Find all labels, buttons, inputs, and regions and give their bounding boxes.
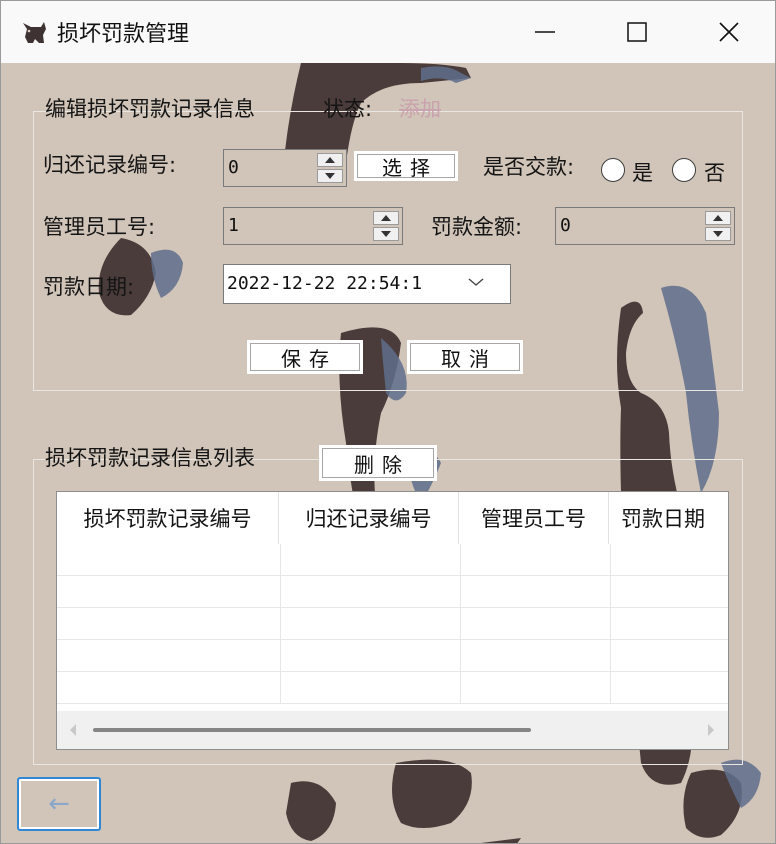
cat-icon [23, 22, 46, 43]
scrollbar-thumb[interactable] [93, 728, 531, 732]
save-button[interactable]: 保存 [247, 340, 363, 374]
records-table[interactable]: 损坏罚款记录编号 归还记录编号 管理员工号 罚款日期 [56, 491, 729, 750]
paid-yes-label: 是 [632, 161, 653, 185]
window-title: 损坏罚款管理 [57, 22, 190, 47]
minimize-button[interactable] [499, 1, 591, 63]
fine-date-picker[interactable]: 2022-12-22 22:54:1 [223, 264, 511, 304]
select-button[interactable]: 选择 [354, 151, 458, 181]
status-value: 添加 [399, 97, 441, 121]
table-header: 损坏罚款记录编号 归还记录编号 管理员工号 罚款日期 [57, 492, 728, 544]
spin-up-button[interactable] [373, 211, 399, 225]
spin-down-button[interactable] [317, 169, 343, 183]
delete-button[interactable]: 删除 [319, 445, 437, 481]
fine-amount-value: 0 [560, 215, 571, 236]
arrow-down-icon [713, 231, 723, 237]
maximize-button[interactable] [591, 1, 683, 63]
main-window: 损坏罚款管理 编辑损坏罚款记录信息 状态: 添加 归还记录编号: 0 选择 是否… [0, 0, 776, 844]
back-button[interactable]: ← [17, 777, 101, 831]
paid-label: 是否交款: [483, 155, 575, 179]
minimize-icon [535, 31, 555, 33]
maximize-icon [627, 22, 647, 42]
list-group-legend: 损坏罚款记录信息列表 [45, 446, 255, 470]
title-bar: 损坏罚款管理 [1, 1, 775, 63]
column-header[interactable]: 损坏罚款记录编号 [57, 492, 279, 544]
return-record-label: 归还记录编号: [43, 153, 177, 177]
close-icon [719, 22, 739, 42]
admin-id-label: 管理员工号: [43, 215, 156, 239]
table-row [57, 672, 728, 704]
edit-group-legend: 编辑损坏罚款记录信息 [45, 97, 255, 121]
column-header[interactable]: 归还记录编号 [279, 492, 459, 544]
column-header[interactable]: 罚款日期 [609, 492, 728, 544]
spin-down-button[interactable] [705, 227, 731, 241]
close-button[interactable] [683, 1, 775, 63]
chevron-down-icon[interactable] [468, 277, 484, 287]
paid-yes-radio[interactable] [601, 158, 625, 182]
horizontal-scrollbar[interactable] [57, 711, 728, 749]
cancel-button[interactable]: 取消 [407, 340, 523, 374]
fine-amount-label: 罚款金额: [431, 215, 523, 239]
scroll-right-icon[interactable] [707, 724, 715, 736]
status-label: 状态: [323, 97, 373, 121]
fine-date-value: 2022-12-22 22:54:1 [227, 273, 423, 294]
table-row [57, 608, 728, 640]
table-row [57, 576, 728, 608]
spin-up-button[interactable] [317, 153, 343, 167]
spin-down-button[interactable] [373, 227, 399, 241]
arrow-down-icon [325, 173, 335, 179]
admin-id-spinbox[interactable]: 1 [223, 207, 403, 245]
return-record-value: 0 [228, 157, 239, 178]
table-body [57, 544, 728, 704]
arrow-up-icon [325, 157, 335, 163]
back-arrow-icon: ← [48, 789, 70, 819]
fine-amount-spinbox[interactable]: 0 [555, 207, 735, 245]
spin-up-button[interactable] [705, 211, 731, 225]
return-record-spinbox[interactable]: 0 [223, 149, 347, 187]
arrow-down-icon [381, 231, 391, 237]
column-header[interactable]: 管理员工号 [459, 492, 609, 544]
paid-no-label: 否 [704, 161, 725, 185]
table-row [57, 544, 728, 576]
arrow-up-icon [381, 215, 391, 221]
arrow-up-icon [713, 215, 723, 221]
admin-id-value: 1 [228, 215, 239, 236]
table-row [57, 640, 728, 672]
fine-date-label: 罚款日期: [43, 275, 135, 299]
scroll-left-icon[interactable] [69, 724, 77, 736]
paid-no-radio[interactable] [672, 158, 696, 182]
